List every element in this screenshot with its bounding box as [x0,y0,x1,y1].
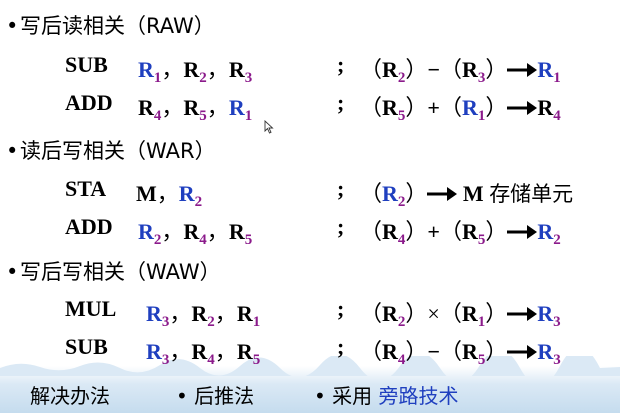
arrow-right-icon [507,101,538,115]
instruction-expression: （R4）+（R5） R2 [360,219,561,248]
instruction-opcode: ADD [65,90,113,115]
mouse-cursor-icon [264,120,274,134]
semicolon: ; [337,296,345,321]
arrow-right-icon [507,345,538,359]
section-title-war: •读后写相关（WAR） [6,139,216,163]
instruction-opcode: SUB [65,52,108,77]
bullet-icon: • [6,260,19,284]
arrow-right-icon [507,63,538,77]
section-title-raw: •写后读相关（RAW） [6,14,215,38]
instruction-opcode: ADD [65,214,113,239]
solution-method-2: • 采用 旁路技术 [314,384,459,408]
instruction-operands: R2，R4，R5 [138,219,253,248]
semicolon: ; [337,176,345,201]
semicolon: ; [337,90,345,115]
arrow-right-icon [507,225,538,239]
arrow-right-icon [507,307,538,321]
instruction-expression: （R4）−（R5） R3 [360,339,561,368]
instruction-expression: （R2）−（R3） R1 [360,57,561,86]
instruction-operands: R4，R5，R1 [138,95,253,124]
instruction-expression: （R2） M 存储单元 [360,181,574,210]
bullet-icon: • [314,384,326,408]
instruction-operands: R3，R2，R1 [146,301,261,330]
instruction-operands: R3，R4，R5 [146,339,261,368]
instruction-expression: （R2）×（R1） R3 [360,301,561,330]
semicolon: ; [337,52,345,77]
solution-label: 解决办法 [30,384,110,408]
instruction-opcode: SUB [65,334,108,359]
instruction-opcode: STA [65,176,107,201]
semicolon: ; [337,214,345,239]
instruction-opcode: MUL [65,296,117,321]
instruction-expression: （R5）+（R1） R4 [360,95,561,124]
bullet-icon: • [6,14,19,38]
arrow-right-icon [427,187,458,201]
solution-method-1: • 后推法 [176,384,255,408]
section-title-waw: •写后写相关（WAW） [6,260,221,284]
instruction-operands: R1，R2，R3 [138,57,253,86]
semicolon: ; [337,334,345,359]
bullet-icon: • [176,384,188,408]
bullet-icon: • [6,139,19,163]
highlighted-method: 旁路技术 [378,384,459,408]
instruction-operands: M，R2 [136,181,203,210]
